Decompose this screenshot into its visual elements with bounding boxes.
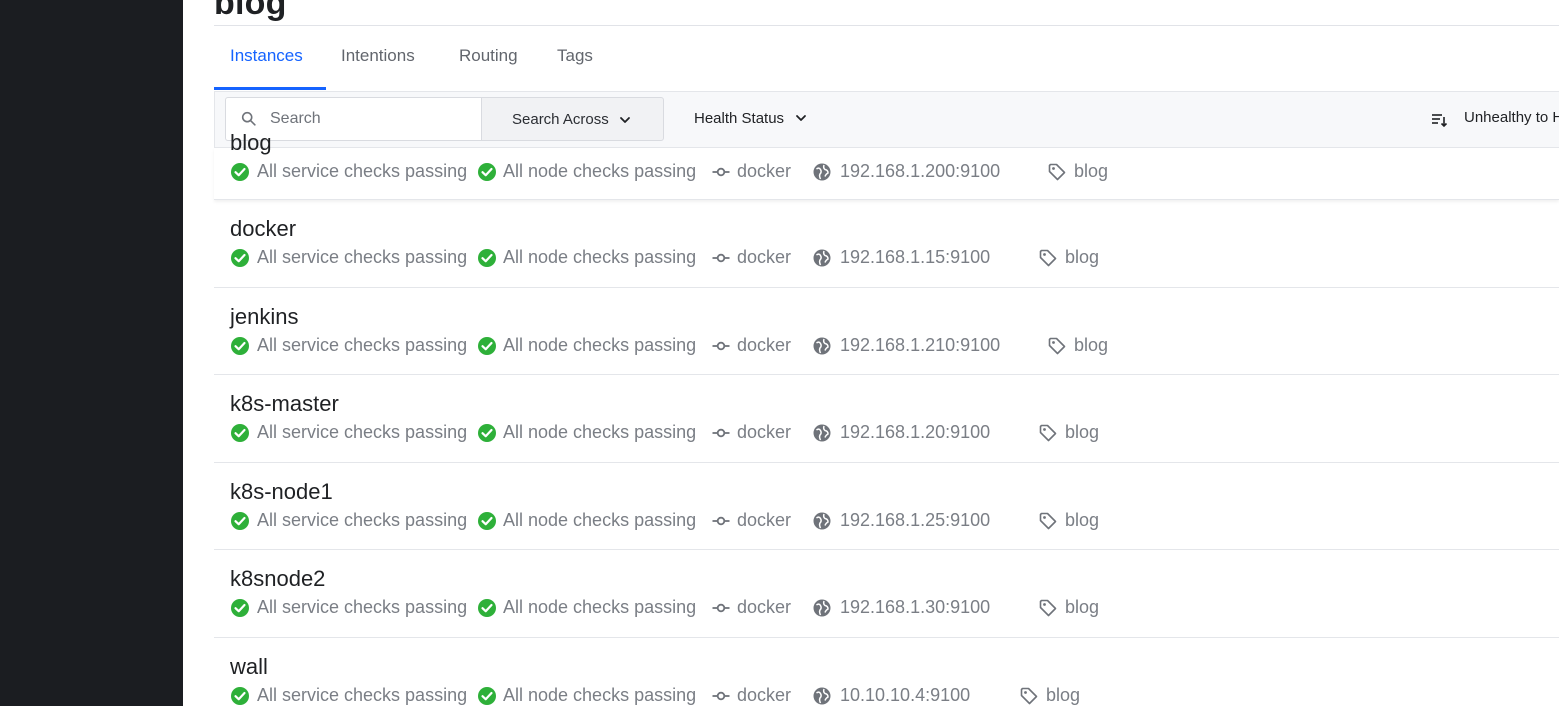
instance-row[interactable]: k8s-node1 All service checks passing All n… [214, 463, 1559, 550]
node-checks-status: All node checks passing [503, 597, 697, 617]
search-across-label: Search Across [512, 111, 609, 128]
instance-address: 192.168.1.15:9100 [840, 247, 991, 267]
instance-address: 10.10.10.4:9100 [840, 684, 971, 705]
sort-icon [1432, 114, 1448, 128]
search-icon [241, 111, 256, 126]
instance-meta: All service checks passing All node check… [230, 247, 1530, 273]
instance-tag: blog [1065, 422, 1100, 442]
instance-name[interactable]: k8s-master [230, 391, 339, 417]
chevron-down-icon [796, 115, 806, 121]
instance-name[interactable]: wall [230, 654, 268, 680]
node-link[interactable]: docker [737, 335, 791, 356]
node-link[interactable]: docker [737, 685, 791, 706]
instance-row[interactable]: k8snode2 All service checks passing All no… [214, 550, 1559, 638]
service-checks-status: All service checks passing [257, 247, 468, 267]
instance-row[interactable]: jenkins All service checks passing All nod… [214, 288, 1559, 375]
tab-instances[interactable]: Instances [230, 46, 303, 66]
instance-tag: blog [1074, 334, 1109, 355]
instance-address: 192.168.1.25:9100 [840, 509, 991, 530]
instance-tag: blog [1065, 597, 1100, 617]
node-link[interactable]: docker [737, 161, 791, 182]
instance-meta: All service checks passing All node check… [230, 335, 1530, 361]
instance-address: 192.168.1.210:9100 [840, 334, 1001, 355]
tab-intentions[interactable]: Intentions [341, 46, 415, 66]
service-checks-status: All service checks passing [257, 684, 468, 705]
node-checks-status: All node checks passing [503, 161, 697, 181]
instance-address: 192.168.1.30:9100 [840, 597, 991, 617]
health-status-dropdown[interactable]: Health Status [694, 110, 806, 127]
instance-meta: All service checks passing All node check… [230, 510, 1530, 536]
tab-bar: Instances Intentions Routing Tags [214, 26, 1559, 92]
node-checks-status: All node checks passing [503, 247, 697, 267]
instance-meta: All service checks passing All node check… [230, 685, 1530, 706]
main-content: blog Instances Intentions Routing Tags S… [183, 0, 1559, 706]
service-checks-status: All service checks passing [257, 161, 468, 181]
instance-row[interactable]: wall All service checks passing All node c… [214, 638, 1559, 706]
instance-meta: All service checks passing All node check… [230, 422, 1530, 448]
service-checks-status: All service checks passing [257, 334, 468, 355]
node-link[interactable]: docker [737, 597, 791, 618]
instance-list: blog All service checks passing All node c… [214, 130, 1559, 706]
node-link[interactable]: docker [737, 247, 791, 268]
instance-address: 192.168.1.20:9100 [840, 422, 991, 442]
node-link[interactable]: docker [737, 422, 791, 443]
node-link[interactable]: docker [737, 510, 791, 531]
instance-meta: All service checks passing All node check… [230, 597, 1530, 623]
node-checks-status: All node checks passing [503, 509, 697, 530]
node-checks-status: All node checks passing [503, 334, 697, 355]
instance-name[interactable]: k8s-node1 [230, 479, 333, 505]
instance-tag: blog [1065, 247, 1100, 267]
instance-name[interactable]: k8snode2 [230, 566, 325, 592]
sort-dropdown[interactable]: Unhealthy to H [1464, 109, 1559, 126]
health-status-label: Health Status [694, 110, 785, 127]
instance-meta: All service checks passing All node check… [230, 161, 1530, 187]
node-checks-status: All node checks passing [503, 684, 697, 705]
sidebar [0, 0, 183, 706]
tab-routing[interactable]: Routing [459, 46, 518, 66]
instance-tag: blog [1065, 509, 1100, 530]
instance-name[interactable]: blog [230, 130, 272, 156]
instance-row[interactable]: docker All service checks passing All node… [214, 200, 1559, 288]
search-input[interactable] [270, 108, 470, 130]
node-checks-status: All node checks passing [503, 422, 697, 442]
instance-row[interactable]: blog All service checks passing All node c… [214, 130, 1559, 200]
active-tab-indicator [214, 87, 326, 90]
instance-tag: blog [1046, 684, 1081, 705]
instance-row[interactable]: k8s-master All service checks passing All … [214, 375, 1559, 463]
instance-name[interactable]: jenkins [230, 304, 298, 330]
tab-tags[interactable]: Tags [557, 46, 593, 66]
chevron-down-icon [620, 117, 630, 123]
instance-tag: blog [1074, 161, 1109, 181]
instance-name[interactable]: docker [230, 216, 296, 242]
instance-address: 192.168.1.200:9100 [840, 161, 1001, 181]
service-checks-status: All service checks passing [257, 597, 468, 617]
service-checks-status: All service checks passing [257, 509, 468, 530]
service-checks-status: All service checks passing [257, 422, 468, 442]
search-across-dropdown[interactable]: Search Across [481, 97, 664, 141]
page-title: blog [214, 0, 287, 22]
filter-toolbar: Search Across Health Status Unhealthy to… [214, 91, 1559, 148]
